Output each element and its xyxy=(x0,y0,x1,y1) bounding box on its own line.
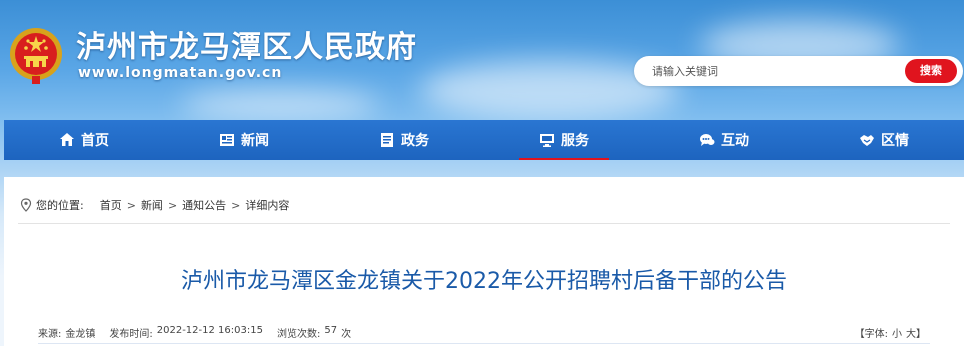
breadcrumb-separator: > xyxy=(126,198,136,212)
breadcrumb-link-notices[interactable]: 通知公告 xyxy=(182,197,226,213)
document-icon xyxy=(381,133,393,147)
article-title: 泸州市龙马潭区金龙镇关于2022年公开招聘村后备干部的公告 xyxy=(181,269,787,294)
nav-item-affairs[interactable]: 政务 xyxy=(324,120,484,160)
views-value: 57 xyxy=(324,325,338,336)
breadcrumb-current: 详细内容 xyxy=(245,199,290,212)
breadcrumb-separator: > xyxy=(231,198,241,212)
main-nav: 首页 新闻 政务 服务 互动 区情 xyxy=(4,120,964,160)
font-small-button[interactable]: 小 xyxy=(892,325,902,340)
nav-item-label: 政务 xyxy=(401,133,429,149)
article-panel: 您的位置: 首页 > 新闻 > 通知公告 > 详细内容 泸州市龙马潭区金龙镇关于… xyxy=(4,177,964,346)
source-value: 金龙镇 xyxy=(65,329,96,340)
site-header: 泸州市龙马潭区人民政府 www.longmatan.gov.cn 搜索 xyxy=(0,0,964,118)
location-pin-icon xyxy=(20,198,32,212)
nav-item-service[interactable]: 服务 xyxy=(484,120,644,160)
nav-item-label: 首页 xyxy=(81,133,109,149)
search-button[interactable]: 搜索 xyxy=(905,59,957,83)
breadcrumb-link-news[interactable]: 新闻 xyxy=(141,197,163,213)
font-large-button[interactable]: 大】 xyxy=(906,325,926,340)
search-box: 搜索 xyxy=(634,56,963,86)
nav-item-label: 区情 xyxy=(881,133,909,149)
search-input[interactable] xyxy=(652,62,892,80)
breadcrumb: 您的位置: 首页 > 新闻 > 通知公告 > 详细内容 xyxy=(20,197,289,213)
site-url[interactable]: www.longmatan.gov.cn xyxy=(78,65,282,81)
font-size-label: 【字体: xyxy=(854,329,888,340)
nav-item-district[interactable]: 区情 xyxy=(804,120,964,160)
breadcrumb-separator: > xyxy=(167,198,178,212)
article-meta: 来源: 金龙镇 发布时间: 2022-12-12 16:03:15 浏览次数: … xyxy=(38,325,926,340)
nav-item-label: 互动 xyxy=(721,133,749,149)
nav-item-label: 服务 xyxy=(561,133,589,149)
published-value: 2022-12-12 16:03:15 xyxy=(156,325,263,336)
published-label: 发布时间: xyxy=(109,329,153,340)
views-label: 浏览次数: xyxy=(276,329,321,340)
divider xyxy=(18,223,950,224)
source-label: 来源: xyxy=(38,329,62,340)
national-emblem-icon xyxy=(10,28,62,84)
divider xyxy=(38,343,930,344)
newspaper-icon xyxy=(220,134,234,146)
monitor-icon xyxy=(540,134,554,147)
nav-item-label: 新闻 xyxy=(241,133,269,149)
home-icon xyxy=(60,133,74,146)
nav-item-interact[interactable]: 互动 xyxy=(644,120,804,160)
nav-item-home[interactable]: 首页 xyxy=(4,120,164,160)
chat-icon xyxy=(700,134,715,146)
breadcrumb-link-home[interactable]: 首页 xyxy=(100,197,122,213)
nav-item-news[interactable]: 新闻 xyxy=(164,120,324,160)
breadcrumb-label: 您的位置: xyxy=(36,199,84,212)
site-title[interactable]: 泸州市龙马潭区人民政府 xyxy=(76,22,417,66)
handshake-icon xyxy=(860,135,874,146)
views-unit: 次 xyxy=(341,329,352,340)
